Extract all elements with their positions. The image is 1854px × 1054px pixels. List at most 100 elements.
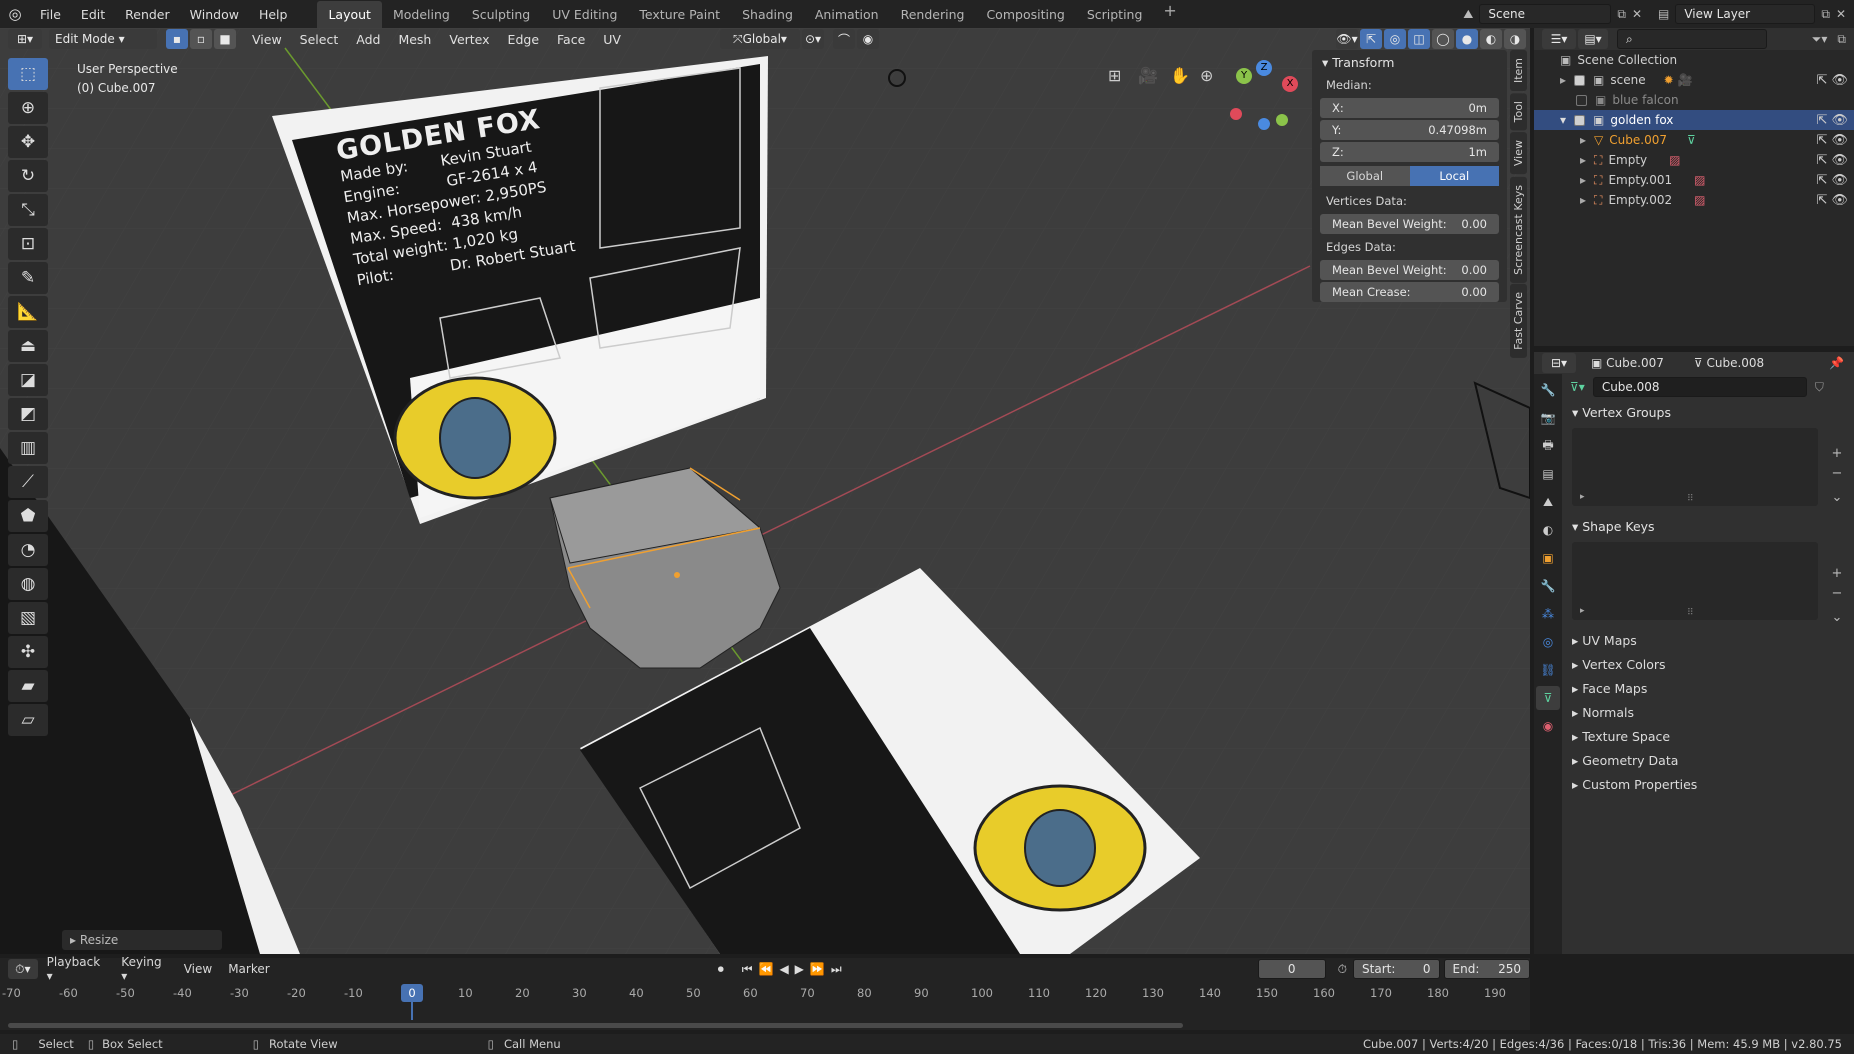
panel-uv-maps[interactable]: ▸ UV Maps bbox=[1562, 628, 1854, 652]
constraints-tab-icon[interactable]: ⛓ bbox=[1536, 658, 1560, 682]
local-button[interactable]: Local bbox=[1409, 166, 1499, 186]
shape-keys-header[interactable]: ▾ Shape Keys bbox=[1562, 514, 1854, 538]
particles-tab-icon[interactable]: ⁂ bbox=[1536, 602, 1560, 626]
expand-arrow-icon[interactable]: ▸ bbox=[1580, 173, 1586, 187]
expand-arrow-icon[interactable]: ▸ bbox=[1560, 73, 1566, 87]
menu-render[interactable]: Render bbox=[115, 7, 180, 22]
menu-timeline-view[interactable]: View bbox=[176, 962, 220, 976]
timeline-scrollbar[interactable] bbox=[8, 1023, 1183, 1028]
menu-edge[interactable]: Edge bbox=[499, 32, 548, 47]
gizmo-toggle-icon[interactable]: ⇱ bbox=[1360, 29, 1382, 49]
vertex-select-icon[interactable]: ▪ bbox=[166, 29, 188, 49]
menu-view[interactable]: View bbox=[243, 32, 291, 47]
properties-editor-type-icon[interactable]: ⊟▾ bbox=[1542, 353, 1576, 373]
timeline-editor-type-icon[interactable]: ⏱▾ bbox=[8, 959, 38, 979]
mean-crease-field[interactable]: Mean Crease: 0.00 bbox=[1320, 282, 1499, 302]
rendered-shading-icon[interactable]: ◑ bbox=[1504, 29, 1526, 49]
include-checkbox[interactable] bbox=[1576, 94, 1587, 106]
filter-icon[interactable]: ⏷▾ bbox=[1812, 32, 1828, 47]
remove-shape-key-icon[interactable]: − bbox=[1828, 584, 1846, 604]
pin-icon[interactable]: 📌 bbox=[1829, 356, 1844, 370]
end-frame-field[interactable]: End: 250 bbox=[1443, 959, 1531, 979]
annotate-icon[interactable]: ✎ bbox=[8, 262, 48, 294]
measure-icon[interactable]: 📐 bbox=[8, 296, 48, 328]
tab-item[interactable]: Item bbox=[1510, 50, 1527, 92]
menu-playback[interactable]: Playback ▾ bbox=[39, 955, 114, 983]
grid-view-icon[interactable]: ⊞ bbox=[1108, 66, 1121, 85]
tab-texture-paint[interactable]: Texture Paint bbox=[628, 1, 731, 28]
panel-geometry-data[interactable]: ▸ Geometry Data bbox=[1562, 748, 1854, 772]
median-y-field[interactable]: Y: 0.47098m bbox=[1320, 120, 1499, 140]
outliner-row-empty002[interactable]: ▸ ⛶ Empty.002 ▨ ⇱ 👁 bbox=[1534, 190, 1854, 210]
face-select-icon[interactable]: ■ bbox=[214, 29, 236, 49]
shape-key-specials-icon[interactable]: ⌄ bbox=[1828, 608, 1846, 628]
playhead-line[interactable] bbox=[411, 1002, 413, 1020]
tab-animation[interactable]: Animation bbox=[804, 1, 890, 28]
mode-selector[interactable]: Edit Mode ▾ bbox=[49, 29, 157, 49]
axis-neg-x-icon[interactable] bbox=[1230, 108, 1242, 120]
blender-logo-icon[interactable]: ◎ bbox=[0, 5, 30, 23]
axis-neg-y-icon[interactable] bbox=[1276, 114, 1288, 126]
expand-arrow-icon[interactable]: ▸ bbox=[1580, 153, 1586, 167]
orientation-selector[interactable]: ⤧ Global ▾ bbox=[719, 29, 800, 49]
outliner-editor-type-icon[interactable]: ☰▾ bbox=[1542, 29, 1576, 49]
delete-view-layer-icon[interactable]: ✕ bbox=[1836, 7, 1846, 21]
tab-rendering[interactable]: Rendering bbox=[890, 1, 976, 28]
scene-icon[interactable]: ⛰ bbox=[1463, 7, 1473, 22]
menu-file[interactable]: File bbox=[30, 7, 71, 22]
include-checkbox[interactable] bbox=[1574, 114, 1586, 126]
scene-selector[interactable]: Scene bbox=[1479, 4, 1612, 24]
visibility-icon[interactable]: 👁▾ bbox=[1336, 29, 1358, 49]
xray-toggle-icon[interactable]: ◫ bbox=[1408, 29, 1430, 49]
tab-compositing[interactable]: Compositing bbox=[975, 1, 1075, 28]
view-layer-selector[interactable]: View Layer bbox=[1675, 4, 1816, 24]
timeline-ruler[interactable]: -70 -60 -50 -40 -30 -20 -10 0 10 20 30 40 50 60 70 80 90… bbox=[0, 982, 1530, 1020]
shrink-fatten-icon[interactable]: ✣ bbox=[8, 636, 48, 668]
smooth-icon[interactable]: ◍ bbox=[8, 568, 48, 600]
panel-custom-properties[interactable]: ▸ Custom Properties bbox=[1562, 772, 1854, 796]
mesh-data-icon[interactable]: ⊽▾ bbox=[1570, 380, 1585, 394]
spin-icon[interactable]: ◔ bbox=[8, 534, 48, 566]
editor-type-icon[interactable]: ⊞▾ bbox=[8, 29, 42, 49]
tab-tool[interactable]: Tool bbox=[1510, 93, 1527, 131]
visibility-eye-icon[interactable]: ⇱ 👁 bbox=[1816, 173, 1848, 188]
scale-icon[interactable]: ⤡ bbox=[8, 194, 48, 226]
record-icon[interactable]: ⏺ bbox=[718, 962, 724, 977]
visibility-eye-icon[interactable]: ⇱ 👁 bbox=[1816, 113, 1848, 128]
resize-grip-icon[interactable]: ⠿ bbox=[1687, 494, 1694, 504]
transform-header[interactable]: ▾ Transform bbox=[1312, 50, 1507, 74]
panel-texture-space[interactable]: ▸ Texture Space bbox=[1562, 724, 1854, 748]
outliner-row-scene[interactable]: ▸ ▣ scene ✹ 🎥 ⇱ 👁 bbox=[1534, 70, 1854, 90]
expand-icon[interactable]: ▸ bbox=[1580, 606, 1585, 616]
object-tab-icon[interactable]: ▣ bbox=[1536, 546, 1560, 570]
loop-cut-icon[interactable]: ▥ bbox=[8, 432, 48, 464]
menu-marker[interactable]: Marker bbox=[220, 962, 277, 976]
panel-normals[interactable]: ▸ Normals bbox=[1562, 700, 1854, 724]
knife-icon[interactable]: ⟋ bbox=[8, 466, 48, 498]
axis-z-icon[interactable]: Z bbox=[1256, 60, 1272, 76]
last-operator-panel[interactable]: ▸ Resize bbox=[62, 930, 222, 950]
menu-vertex[interactable]: Vertex bbox=[440, 32, 498, 47]
menu-keying[interactable]: Keying ▾ bbox=[113, 955, 175, 983]
snap-icon[interactable]: ⌒ bbox=[832, 29, 855, 49]
navigation-gizmo[interactable]: ⊞ 🎥 ✋ ⊕ Y Z X bbox=[1108, 60, 1298, 132]
menu-mesh[interactable]: Mesh bbox=[389, 32, 440, 47]
tab-sculpting[interactable]: Sculpting bbox=[461, 1, 541, 28]
bevel-icon[interactable]: ◩ bbox=[8, 398, 48, 430]
panel-vertex-colors[interactable]: ▸ Vertex Colors bbox=[1562, 652, 1854, 676]
edge-select-icon[interactable]: ▫ bbox=[190, 29, 212, 49]
start-frame-field[interactable]: Start: 0 bbox=[1353, 959, 1440, 979]
menu-face[interactable]: Face bbox=[548, 32, 594, 47]
scene-tab-icon[interactable]: ⛰ bbox=[1536, 490, 1560, 514]
new-view-layer-icon[interactable]: ⧉ bbox=[1821, 7, 1830, 22]
rip-region-icon[interactable]: ▱ bbox=[8, 704, 48, 736]
fake-user-icon[interactable]: ⛉ bbox=[1815, 380, 1824, 395]
mesh-datablock-field[interactable]: Cube.008 bbox=[1592, 377, 1807, 397]
visibility-eye-icon[interactable]: ⇱ 👁 bbox=[1816, 73, 1848, 88]
delete-scene-icon[interactable]: ✕ bbox=[1632, 7, 1642, 21]
median-x-field[interactable]: X: 0m bbox=[1320, 98, 1499, 118]
axis-x-icon[interactable]: X bbox=[1282, 76, 1298, 92]
vertex-groups-header[interactable]: ▾ Vertex Groups bbox=[1562, 400, 1854, 424]
include-checkbox[interactable] bbox=[1574, 74, 1586, 86]
overlay-toggle-icon[interactable]: ◎ bbox=[1384, 29, 1406, 49]
